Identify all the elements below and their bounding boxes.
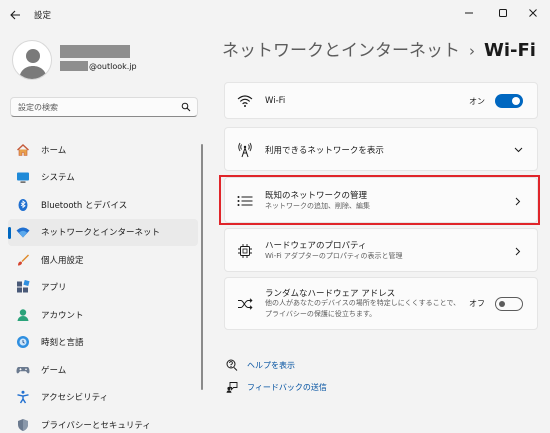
- accessibility-icon: [16, 390, 30, 404]
- chip-icon: [237, 243, 253, 259]
- account-email: @outlook.jp: [60, 61, 137, 71]
- sidebar-item-label: アカウント: [41, 310, 84, 321]
- back-arrow-icon: [9, 10, 20, 20]
- random-address-toggle[interactable]: [495, 297, 523, 311]
- random-address-toggle-label: オフ: [469, 299, 485, 308]
- account-email-redacted: [60, 61, 88, 71]
- wifi-icon: [237, 93, 253, 109]
- antenna-icon: [237, 142, 253, 158]
- manage-known-networks-subtitle: ネットワークの追加、削除、編集: [265, 202, 370, 210]
- account-name-redacted: [60, 45, 130, 58]
- random-hardware-address-desc-line1: 他の人があなたのデバイスの場所を特定しにくくすることで、: [265, 299, 461, 307]
- sidebar-item-system[interactable]: システム: [8, 164, 198, 192]
- wifi-card: Wi-Fi オン: [224, 82, 538, 119]
- chevron-right-icon: [513, 196, 523, 206]
- maximize-button[interactable]: [486, 2, 520, 24]
- breadcrumb: ネットワークとインターネット › Wi-Fi: [222, 36, 536, 61]
- home-icon: [16, 143, 30, 157]
- wifi-toggle-label: オン: [469, 97, 485, 106]
- back-button[interactable]: [6, 6, 24, 24]
- sidebar-item-label: システム: [41, 173, 75, 184]
- account-icon: [16, 308, 30, 322]
- manage-known-networks-card[interactable]: 既知のネットワークの管理 ネットワークの追加、削除、編集: [224, 177, 538, 223]
- privacy-shield-icon: [16, 418, 30, 432]
- chevron-right-icon: [513, 246, 523, 256]
- network-icon: [16, 225, 30, 239]
- breadcrumb-separator: ›: [469, 42, 475, 60]
- sidebar-item-label: ホーム: [41, 145, 67, 156]
- help-link[interactable]: ヘルプを表示: [226, 359, 295, 371]
- hardware-properties-subtitle: Wi-Fi アダプターのプロパティの表示と管理: [265, 252, 403, 260]
- close-button[interactable]: [516, 2, 550, 24]
- title-bar: 設定: [0, 0, 550, 30]
- shuffle-icon: [237, 296, 253, 312]
- sidebar-item-label: アクセシビリティ: [41, 393, 109, 404]
- sidebar-nav: ホーム システム Bluetooth とデバイス ネットワークとインターネット …: [8, 136, 198, 433]
- show-available-networks-card[interactable]: 利用できるネットワークを表示: [224, 127, 538, 171]
- sidebar-item-accounts[interactable]: アカウント: [8, 301, 198, 329]
- sidebar-item-gaming[interactable]: ゲーム: [8, 356, 198, 384]
- sidebar-item-label: 時刻と言語: [41, 338, 84, 349]
- personalization-icon: [16, 253, 30, 267]
- sidebar-item-label: ネットワークとインターネット: [41, 228, 161, 239]
- search-box[interactable]: [10, 97, 198, 117]
- gaming-icon: [16, 363, 30, 377]
- hardware-properties-card[interactable]: ハードウェアのプロパティ Wi-Fi アダプターのプロパティの表示と管理: [224, 228, 538, 272]
- page-title: Wi-Fi: [484, 40, 536, 61]
- apps-icon: [16, 280, 30, 294]
- sidebar-item-privacy[interactable]: プライバシーとセキュリティ: [8, 411, 198, 433]
- sidebar-item-personalization[interactable]: 個人用設定: [8, 246, 198, 274]
- sidebar-item-bluetooth[interactable]: Bluetooth とデバイス: [8, 191, 198, 219]
- sidebar-item-time-language[interactable]: 時刻と言語: [8, 329, 198, 357]
- sidebar-item-accessibility[interactable]: アクセシビリティ: [8, 384, 198, 412]
- wifi-title: Wi-Fi: [265, 96, 286, 106]
- system-icon: [16, 170, 30, 184]
- sidebar-item-label: アプリ: [41, 283, 67, 294]
- minimize-button[interactable]: [452, 2, 486, 24]
- help-link-label[interactable]: ヘルプを表示: [247, 360, 295, 371]
- breadcrumb-parent[interactable]: ネットワークとインターネット: [222, 36, 460, 61]
- maximize-icon: [499, 9, 507, 17]
- sidebar-item-apps[interactable]: アプリ: [8, 274, 198, 302]
- minimize-icon: [465, 12, 473, 14]
- sidebar-item-label: プライバシーとセキュリティ: [41, 420, 151, 431]
- search-input[interactable]: [18, 101, 178, 113]
- search-icon[interactable]: [181, 102, 191, 112]
- avatar[interactable]: [12, 40, 52, 80]
- hardware-properties-title: ハードウェアのプロパティ: [265, 241, 367, 251]
- user-avatar-icon: [19, 49, 47, 79]
- time-language-icon: [16, 335, 30, 349]
- sidebar-item-label: 個人用設定: [41, 255, 84, 266]
- bluetooth-icon: [16, 198, 30, 212]
- app-title: 設定: [34, 11, 52, 21]
- list-icon: [237, 193, 253, 209]
- feedback-link-label[interactable]: フィードバックの送信: [247, 382, 327, 393]
- account-email-suffix: @outlook.jp: [89, 61, 137, 71]
- sidebar-item-home[interactable]: ホーム: [8, 136, 198, 164]
- show-available-networks-title: 利用できるネットワークを表示: [265, 146, 384, 156]
- random-hardware-address-card: ランダムなハードウェア アドレス 他の人があなたのデバイスの場所を特定しにくくす…: [224, 277, 538, 330]
- sidebar-item-network[interactable]: ネットワークとインターネット: [8, 218, 198, 246]
- feedback-icon: [226, 381, 238, 393]
- sidebar-scrollbar[interactable]: [201, 144, 203, 390]
- feedback-link[interactable]: フィードバックの送信: [226, 381, 327, 393]
- chevron-down-icon[interactable]: [513, 145, 523, 155]
- close-icon: [529, 9, 537, 17]
- wifi-toggle[interactable]: [495, 94, 523, 108]
- sidebar-item-label: ゲーム: [41, 365, 67, 376]
- sidebar-item-label: Bluetooth とデバイス: [41, 200, 128, 211]
- random-hardware-address-desc-line2: プライバシーの保護に役立ちます。: [265, 310, 377, 318]
- manage-known-networks-title: 既知のネットワークの管理: [265, 191, 368, 201]
- help-icon: [226, 359, 238, 371]
